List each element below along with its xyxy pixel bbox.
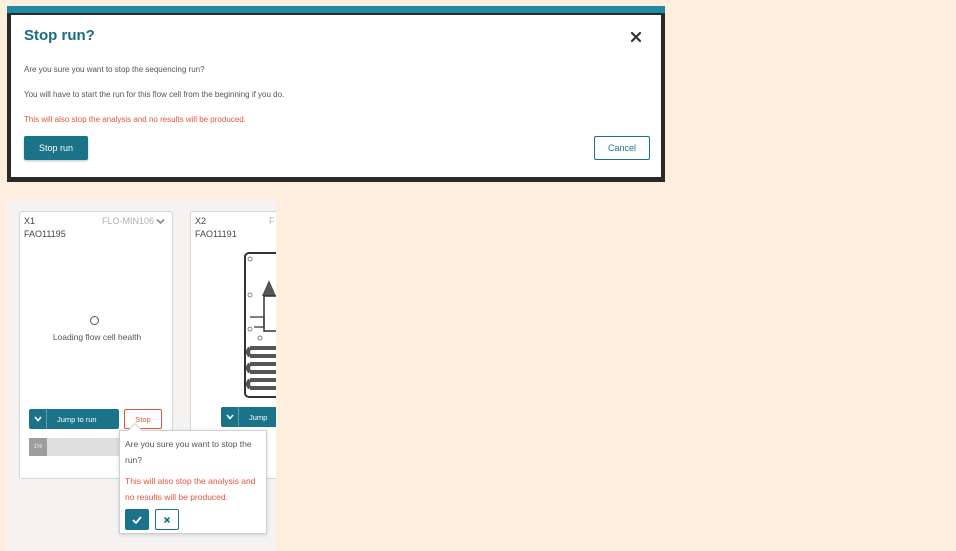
stop-confirmation-popover: Are you sure you want to stop the run? T… [119, 422, 267, 534]
flow-cell-id: FAO11191 [195, 229, 237, 239]
cancel-button[interactable]: Cancel [594, 136, 650, 160]
flow-cell-panel: X1 FAO11195 FLO-MIN106 Loading flow cell… [7, 199, 276, 551]
dialog-question: Are you sure you want to stop the sequen… [24, 65, 205, 74]
popover-question: Are you sure you want to stop the run? [125, 439, 252, 465]
popover-warning: This will also stop the analysis and no … [125, 476, 256, 502]
dialog-explanation: You will have to start the run for this … [24, 90, 285, 99]
stop-run-dialog: Stop run? Are you sure you want to stop … [11, 15, 661, 177]
flow-cell-type-selector[interactable]: FLO-MIN106 [102, 216, 165, 226]
loading-status: Loading flow cell health [52, 332, 142, 342]
dialog-title: Stop run? [24, 27, 95, 44]
jump-to-run-label: Jump to run [57, 414, 97, 424]
stop-run-button[interactable]: Stop run [24, 136, 88, 160]
stop-run-modal-screenshot: Stop run? Are you sure you want to stop … [7, 6, 665, 182]
confirm-stop-button[interactable] [125, 509, 149, 530]
modal-top-border [7, 6, 665, 13]
close-icon [163, 512, 171, 527]
jump-to-run-label: Jump [249, 412, 268, 422]
flow-cell-type: F [269, 216, 275, 226]
loading-spinner-icon [90, 316, 99, 325]
jump-to-run-button[interactable]: Jump to run [29, 409, 119, 429]
checkmark-icon [132, 512, 142, 527]
jump-to-run-button[interactable]: Jump [221, 407, 276, 427]
cancel-stop-button[interactable] [155, 509, 179, 530]
chevron-down-icon [221, 407, 239, 427]
flow-cell-illustration [244, 252, 276, 398]
progress-fill: 1% [29, 438, 47, 456]
flow-cell-position: X2 [195, 216, 207, 226]
close-icon[interactable] [628, 29, 644, 45]
flow-cell-type: FLO-MIN106 [101, 216, 154, 226]
chevron-down-icon [29, 409, 47, 429]
chevron-down-icon [156, 218, 165, 225]
flow-cell-id: FAO11195 [24, 229, 66, 239]
stop-button[interactable]: Stop [124, 409, 162, 429]
run-progress-bar: 1% [29, 438, 119, 456]
flow-cell-position: X1 [24, 216, 36, 226]
dialog-warning: This will also stop the analysis and no … [24, 115, 246, 124]
